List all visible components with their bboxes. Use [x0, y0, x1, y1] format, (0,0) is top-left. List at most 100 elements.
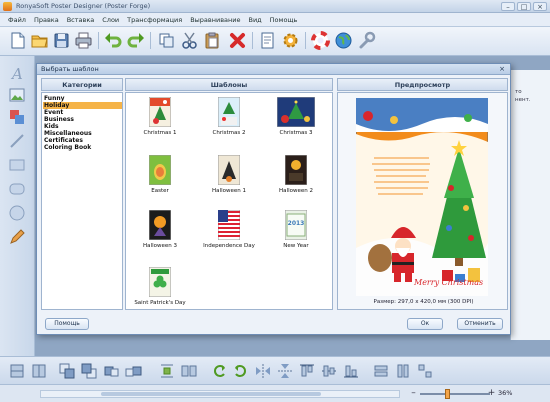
text-tool-icon[interactable]: A: [8, 64, 26, 82]
category-item[interactable]: Holiday: [43, 102, 122, 109]
redo-icon[interactable]: [126, 31, 145, 50]
open-folder-icon[interactable]: [30, 31, 49, 50]
minimize-button[interactable]: –: [501, 2, 515, 11]
copy-icon[interactable]: [157, 31, 176, 50]
toolbar-separator: [150, 32, 151, 49]
main-toolbar: [0, 27, 550, 56]
rotate-left-icon[interactable]: [210, 362, 228, 380]
rectangle-tool-icon[interactable]: [8, 156, 26, 174]
new-document-icon[interactable]: [8, 31, 27, 50]
paste-icon[interactable]: [203, 31, 222, 50]
help-button[interactable]: Помощь: [45, 318, 89, 330]
zoom-slider-thumb[interactable]: [445, 389, 450, 399]
preview-poster-image: Merry Christmas: [355, 97, 489, 297]
window-controls: – □ ×: [501, 2, 547, 11]
zoom-out-icon[interactable]: –: [408, 388, 419, 399]
category-item[interactable]: Kids: [43, 123, 122, 130]
template-christmas-1[interactable]: Christmas 1: [130, 97, 190, 147]
flip-horizontal-icon[interactable]: [254, 362, 272, 380]
pencil-tool-icon[interactable]: [8, 228, 26, 246]
bring-front-icon[interactable]: [58, 362, 76, 380]
ok-button[interactable]: Ок: [407, 318, 443, 330]
dialog-close-button[interactable]: ×: [497, 65, 507, 73]
category-item[interactable]: Business: [43, 116, 122, 123]
menu-align[interactable]: Выравнивание: [186, 13, 244, 26]
tools-wrench-icon[interactable]: [357, 31, 376, 50]
image-tool-icon[interactable]: [8, 86, 26, 104]
template-thumbnail: [218, 210, 240, 240]
settings-icon[interactable]: [281, 31, 300, 50]
ellipse-tool-icon[interactable]: [8, 204, 26, 222]
menu-edit[interactable]: Правка: [30, 13, 63, 26]
align-top-icon[interactable]: [298, 362, 316, 380]
line-tool-icon[interactable]: [8, 132, 26, 150]
same-height-icon[interactable]: [394, 362, 412, 380]
scrollbar-thumb[interactable]: [101, 392, 321, 396]
template-thumbnail: 2013: [285, 210, 307, 240]
preview-size-text: Размер: 297,0 x 420,0 мм (300 DPI): [373, 299, 474, 305]
distribute-icon[interactable]: [158, 362, 176, 380]
categories-header: Категории: [41, 78, 123, 91]
template-halloween-1[interactable]: Halloween 1: [199, 155, 259, 205]
category-item[interactable]: Coloring Book: [43, 144, 122, 151]
template-thumbnail: [277, 97, 315, 127]
zoom-in-icon[interactable]: +: [486, 388, 497, 399]
flip-vertical-icon[interactable]: [276, 362, 294, 380]
menu-help[interactable]: Помощь: [266, 13, 302, 26]
template-easter[interactable]: Easter: [130, 155, 190, 205]
template-christmas-2[interactable]: Christmas 2: [199, 97, 259, 147]
align-left-icon[interactable]: [8, 362, 26, 380]
category-item[interactable]: Funny: [43, 95, 122, 102]
rotate-right-icon[interactable]: [232, 362, 250, 380]
cut-icon[interactable]: [180, 31, 199, 50]
menu-insert[interactable]: Вставка: [63, 13, 99, 26]
template-saint-patricks-day[interactable]: Saint Patrick's Day: [130, 267, 190, 317]
close-window-button[interactable]: ×: [533, 2, 547, 11]
undo-icon[interactable]: [104, 31, 123, 50]
help-lifebuoy-icon[interactable]: [311, 31, 330, 50]
save-icon[interactable]: [52, 31, 71, 50]
bring-forward-icon[interactable]: [102, 362, 120, 380]
align-bottom-icon[interactable]: [342, 362, 360, 380]
align-center-icon[interactable]: [30, 362, 48, 380]
group-icon[interactable]: [180, 362, 198, 380]
category-item[interactable]: Event: [43, 109, 122, 116]
same-width-icon[interactable]: [372, 362, 390, 380]
template-halloween-3[interactable]: Halloween 3: [130, 210, 190, 260]
template-new-year[interactable]: 2013 New Year: [266, 210, 326, 260]
same-size-icon[interactable]: [416, 362, 434, 380]
menu-transform[interactable]: Трансформация: [123, 13, 186, 26]
svg-text:A: A: [10, 65, 23, 82]
align-middle-icon[interactable]: [320, 362, 338, 380]
properties-icon[interactable]: [258, 31, 277, 50]
template-halloween-2[interactable]: Halloween 2: [266, 155, 326, 205]
templates-header: Шаблоны: [125, 78, 333, 91]
send-back-icon[interactable]: [80, 362, 98, 380]
horizontal-scrollbar[interactable]: [40, 390, 400, 398]
cancel-button[interactable]: Отменить: [457, 318, 503, 330]
maximize-button[interactable]: □: [517, 2, 531, 11]
web-globe-icon[interactable]: [334, 31, 353, 50]
print-icon[interactable]: [74, 31, 93, 50]
template-christmas-3[interactable]: Christmas 3: [266, 97, 326, 147]
template-independence-day[interactable]: Independence Day: [199, 210, 259, 260]
bottom-toolbar: [0, 356, 550, 384]
menu-view[interactable]: Вид: [244, 13, 265, 26]
dialog-title: Выбрать шаблон: [41, 65, 99, 73]
menu-bar: Файл Правка Вставка Слои Трансформация В…: [0, 13, 550, 27]
preview-header: Предпросмотр: [337, 78, 508, 91]
layers-tool-icon[interactable]: [8, 108, 26, 126]
zoom-slider-track[interactable]: [420, 393, 490, 395]
rounded-rectangle-tool-icon[interactable]: [8, 180, 26, 198]
menu-file[interactable]: Файл: [4, 13, 30, 26]
delete-icon[interactable]: [228, 31, 247, 50]
categories-list: Funny Holiday Event Business Kids Miscellaneo…: [41, 92, 123, 310]
category-item[interactable]: Miscellaneous: [43, 130, 122, 137]
menu-layers[interactable]: Слои: [98, 13, 123, 26]
template-label: Christmas 2: [212, 130, 246, 136]
zoom-level-text: 36%: [498, 389, 513, 397]
category-item[interactable]: Certificates: [43, 137, 122, 144]
send-backward-icon[interactable]: [124, 362, 142, 380]
status-bar: – + 36%: [0, 384, 550, 402]
new-year-thumb-text: 2013: [287, 220, 305, 227]
